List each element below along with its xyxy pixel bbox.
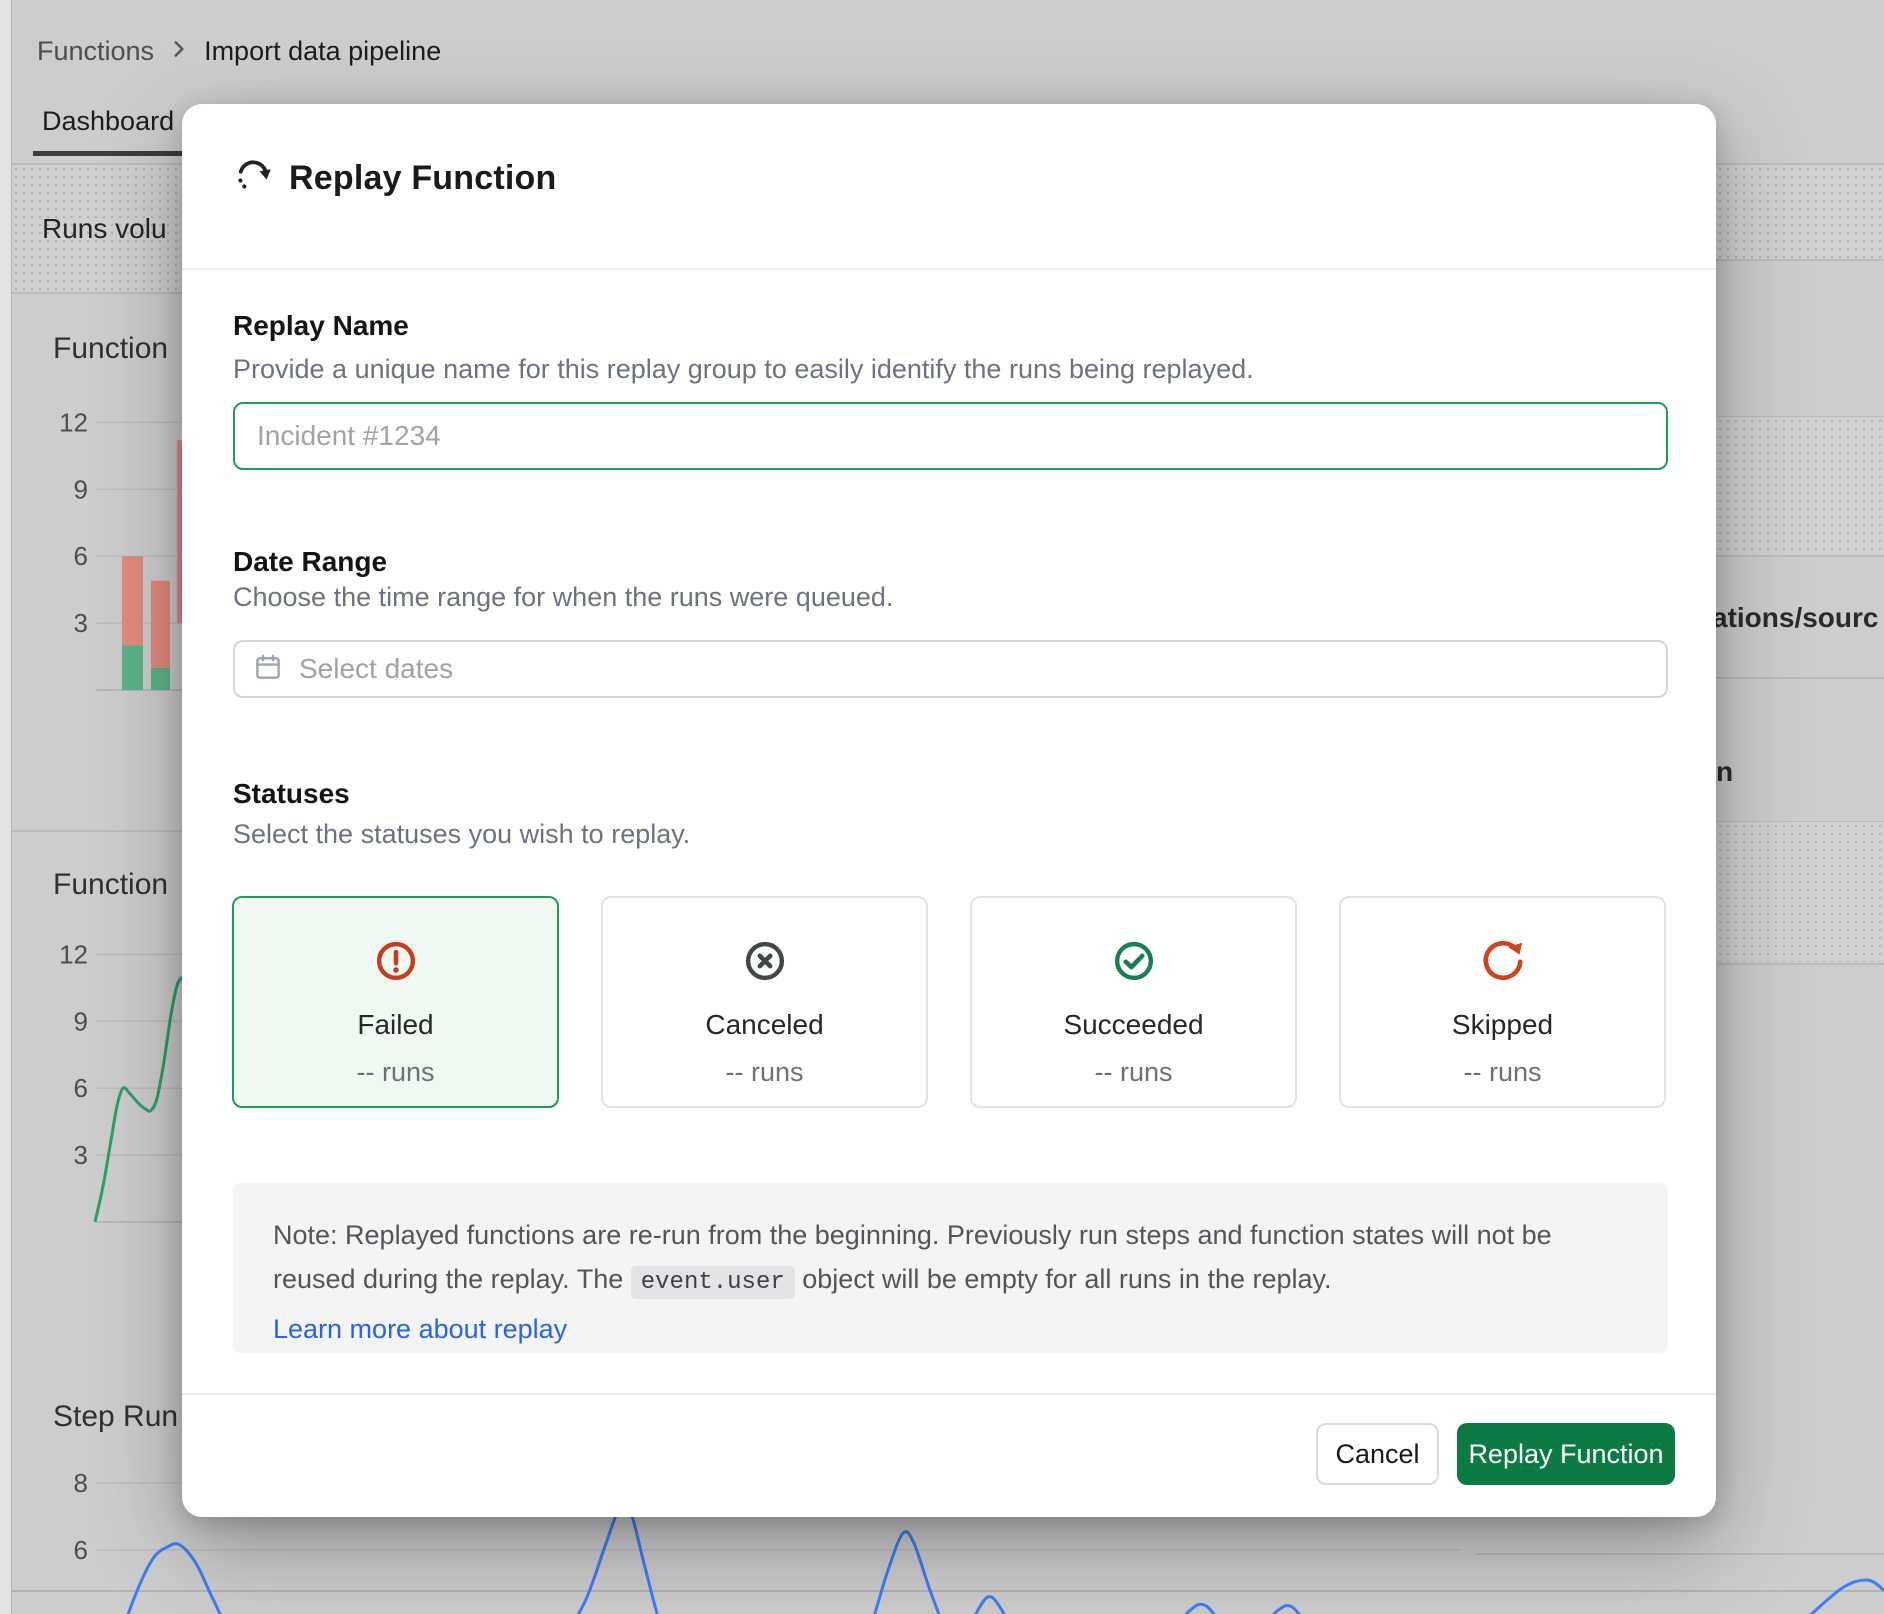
calendar-icon [253, 652, 283, 687]
status-card-canceled[interactable]: Canceled -- runs [601, 896, 928, 1108]
svg-text:3: 3 [74, 608, 88, 638]
status-card-failed[interactable]: Failed -- runs [232, 896, 559, 1108]
replay-icon [233, 156, 273, 201]
screen: Functions Import data pipeline Dashboard… [0, 0, 1884, 1614]
replay-function-button[interactable]: Replay Function [1457, 1423, 1675, 1485]
status-cards-row: Failed -- runs Canceled -- runs [232, 896, 1666, 1108]
status-card-label: Skipped [1452, 1009, 1553, 1041]
svg-text:6: 6 [74, 1073, 88, 1103]
replay-note: Note: Replayed functions are re-run from… [233, 1183, 1668, 1353]
date-range-label: Date Range [233, 546, 387, 578]
statuses-label: Statuses [233, 778, 350, 810]
status-card-runs: -- runs [1094, 1057, 1172, 1088]
skip-circle-arrow-icon [1480, 938, 1526, 989]
event-user-code-chip: event.user [631, 1266, 795, 1299]
cancel-button[interactable]: Cancel [1316, 1423, 1439, 1485]
status-card-skipped[interactable]: Skipped -- runs [1339, 896, 1666, 1108]
status-card-runs: -- runs [725, 1057, 803, 1088]
svg-text:9: 9 [74, 1006, 88, 1036]
svg-text:12: 12 [59, 939, 88, 969]
svg-text:6: 6 [74, 541, 88, 571]
note-text-after: object will be empty for all runs in the… [795, 1264, 1332, 1294]
header-divider [182, 268, 1716, 270]
status-card-runs: -- runs [356, 1057, 434, 1088]
status-card-succeeded[interactable]: Succeeded -- runs [970, 896, 1297, 1108]
status-card-runs: -- runs [1463, 1057, 1541, 1088]
statuses-description: Select the statuses you wish to replay. [233, 819, 690, 850]
svg-text:9: 9 [74, 474, 88, 504]
replay-function-modal: Replay Function Replay Name Provide a un… [182, 104, 1716, 1517]
modal-title: Replay Function [289, 159, 556, 198]
svg-text:3: 3 [74, 1140, 88, 1170]
status-card-label: Succeeded [1063, 1009, 1203, 1041]
date-range-input[interactable]: Select dates [233, 640, 1668, 698]
date-range-placeholder: Select dates [299, 653, 453, 685]
alert-circle-icon [373, 938, 419, 989]
svg-text:6: 6 [74, 1535, 88, 1565]
status-card-label: Failed [357, 1009, 433, 1041]
modal-header: Replay Function [233, 156, 556, 201]
x-circle-icon [742, 938, 788, 989]
footer-divider [182, 1393, 1716, 1395]
replay-name-label: Replay Name [233, 310, 409, 342]
status-card-label: Canceled [705, 1009, 823, 1041]
replay-name-description: Provide a unique name for this replay gr… [233, 354, 1254, 385]
svg-text:12: 12 [59, 407, 88, 437]
learn-more-link[interactable]: Learn more about replay [273, 1307, 567, 1351]
date-range-description: Choose the time range for when the runs … [233, 582, 893, 613]
svg-text:8: 8 [74, 1468, 88, 1498]
check-circle-icon [1111, 938, 1157, 989]
replay-name-input[interactable] [233, 402, 1668, 470]
